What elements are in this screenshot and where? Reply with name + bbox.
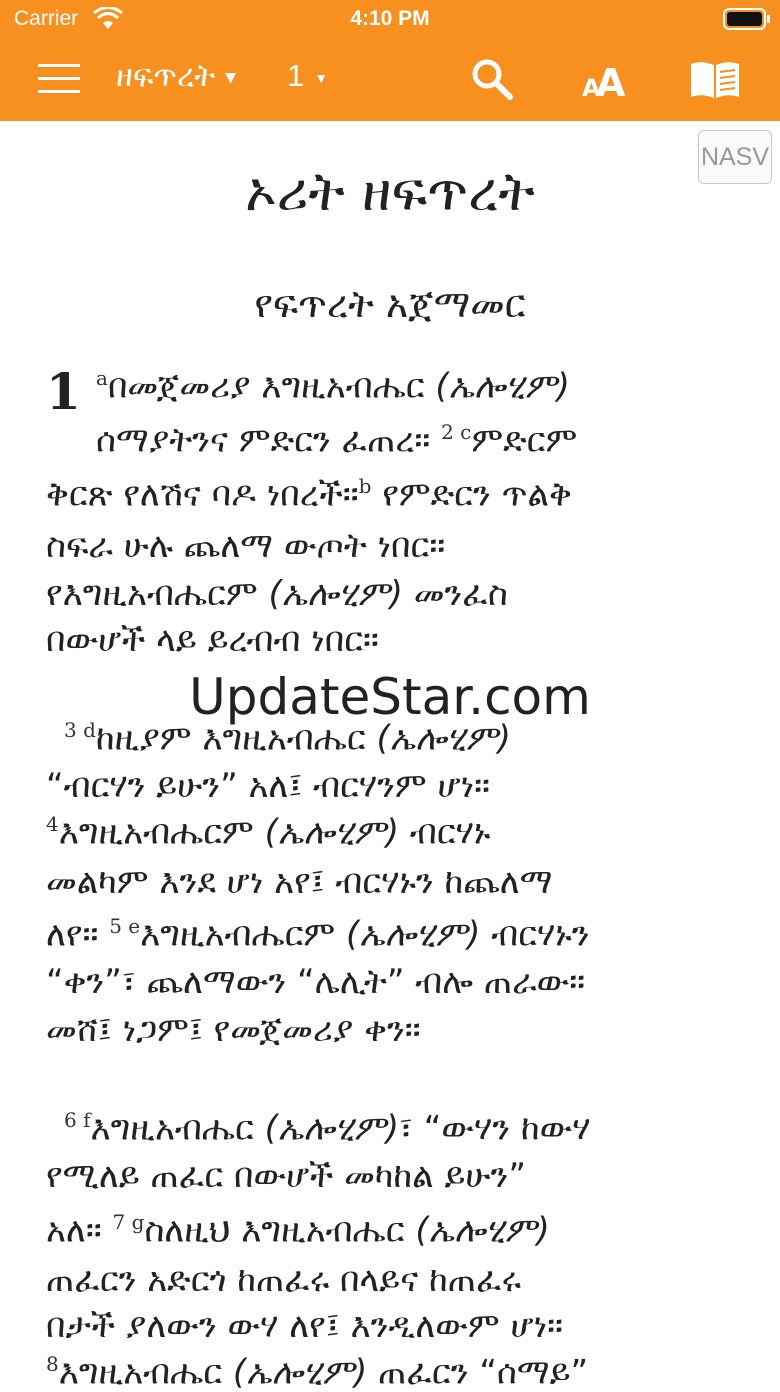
chapter-selector-label: 1 [287, 58, 305, 93]
book-selector-label: ዘፍጥረት [116, 58, 216, 94]
chapter-selector[interactable]: 1 ▼ [287, 58, 328, 94]
book-selector[interactable]: ዘፍጥረት ▼ [116, 58, 236, 95]
verse-line: መልካም እንደ ሆነ አየ፤ ብርሃኑን ከጨለማ [46, 862, 553, 902]
verse-number: 7 g [112, 1210, 145, 1234]
verse-line: በውሆች ላይ ይረብብ ነበር። [46, 620, 379, 660]
verse-line: 3 dከዚያም እግዚአብሔር (ኤሎሂም) [64, 718, 511, 759]
status-bar: Carrier 4:10 PM [0, 0, 780, 40]
clock: 4:10 PM [350, 7, 430, 30]
verse-line: 6 fእግዚአብሔር (ኤሎሂም)፣ “ውሃን ከውሃ [64, 1108, 591, 1149]
battery-icon [723, 8, 770, 30]
search-icon[interactable] [470, 57, 514, 101]
svg-text:A: A [596, 61, 626, 104]
verse-line: ቅርጽ የለሽና ባዶ ነበረች።b የምድርን ጥልቅ [46, 474, 572, 515]
verse-line: የእግዚአብሔርም (ኤሎሂም) መንፈስ [46, 574, 508, 614]
verse-number: 6 f [64, 1108, 91, 1132]
menu-icon[interactable] [36, 60, 82, 98]
caret-down-icon: ▼ [225, 69, 237, 86]
verse-number: 4 [46, 812, 59, 836]
verse-number: 2 c [441, 420, 472, 444]
verse-line: አለ። 7 gስለዚህ እግዚአብሔር (ኤሎሂም) [46, 1210, 550, 1251]
footnote-marker[interactable]: b [359, 474, 372, 498]
open-book-icon[interactable] [688, 58, 742, 102]
verse-line: በታች ያለውን ውሃ ለየ፤ እንዲለውም ሆነ። [46, 1306, 564, 1346]
verse-line: መሸ፤ ነጋም፤ የመጀመሪያ ቀን። [46, 1010, 421, 1050]
verse-number: 5 e [109, 914, 141, 938]
verse-line: ሰማያትንና ምድርን ፈጠረ። 2 cምድርም [96, 420, 578, 461]
verse-line: 8እግዚአብሔር (ኤሎሂም) ጠፈርን “ሰማይ” [46, 1352, 589, 1392]
verse-line: ለየ። 5 eእግዚአብሔርም (ኤሎሂም) ብርሃኑን [46, 914, 590, 955]
verse-line: የሚለይ ጠፈር በውሆች መካከል ይሁን” [46, 1156, 526, 1196]
verse-line: “ብርሃን ይሁን” አለ፤ ብርሃንም ሆነ። [46, 766, 491, 806]
verse-line: ስፍራ ሁሉ ጨለማ ውጦት ነበር። [46, 526, 446, 566]
verse-number: 8 [46, 1352, 59, 1376]
section-heading: የፍጥረት አጀማመር [254, 282, 526, 326]
page-title: ኦሪት ዘፍጥረት [245, 160, 535, 223]
footnote-marker[interactable]: a [96, 366, 108, 390]
verse-line: 4እግዚአብሔርም (ኤሎሂም) ብርሃኑ [46, 812, 491, 853]
verse-number: 3 d [64, 718, 96, 742]
caret-down-icon: ▼ [314, 69, 329, 86]
chapter-number: 1 [46, 362, 81, 421]
verse-line: “ቀን”፣ ጨለማውን “ሌሊት” ብሎ ጠራው። [46, 962, 586, 1002]
verse-line: ጠፈርን አድርጎ ከጠፈሩ በላይና ከጠፈሩ [46, 1260, 521, 1300]
nav-bar: ዘፍጥረት ▼ 1 ▼ A A [0, 40, 780, 121]
verse-line: aበመጀመሪያ እግዚአብሔር (ኤሎሂም) [96, 366, 570, 407]
font-size-icon[interactable]: A A [580, 54, 628, 104]
